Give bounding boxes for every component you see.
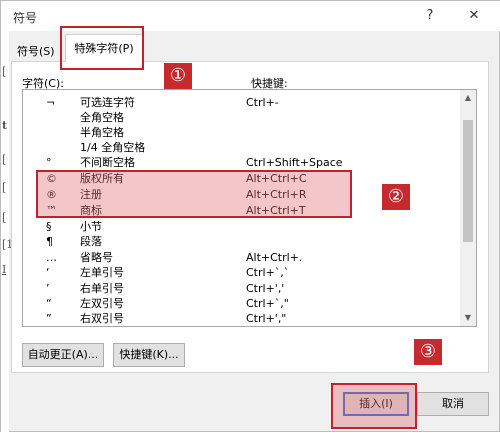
scrollbar-thumb[interactable] (463, 120, 473, 242)
char-symbol: … (46, 251, 57, 264)
dialog-title: 符号 (13, 11, 38, 25)
char-name: 小节 (80, 220, 102, 233)
scroll-up-icon[interactable]: ▲ (460, 90, 476, 106)
help-icon[interactable]: ? (419, 6, 441, 26)
char-shortcut: Ctrl+'," (246, 312, 287, 325)
rows-highlight-box (36, 170, 352, 218)
list-scrollbar[interactable]: ▲ ▼ (460, 90, 476, 326)
list-item[interactable]: 半角空格 (23, 126, 461, 140)
char-symbol: ¬ (46, 96, 56, 109)
list-item[interactable]: 1/4 全角空格 (23, 141, 461, 155)
scroll-down-icon[interactable]: ▼ (460, 310, 476, 326)
char-shortcut: Ctrl+Shift+Space (246, 156, 343, 169)
document-fragment: [ (2, 153, 7, 166)
char-symbol: § (46, 220, 52, 233)
char-shortcut: Ctrl+`,` (246, 266, 290, 279)
autocorrect-button[interactable]: 自动更正(A)... (22, 343, 104, 367)
char-name: 左单引号 (80, 266, 124, 279)
char-name: 右单引号 (80, 282, 124, 295)
list-item[interactable]: “ 左双引号 Ctrl+`," (23, 297, 461, 311)
char-symbol: ° (46, 156, 52, 169)
document-background-strip: [ t [ [ [ [1 I (1, 1, 13, 433)
list-item[interactable]: ¬ 可选连字符 Ctrl+- (23, 96, 461, 110)
char-symbol: ‘ (46, 266, 50, 279)
char-shortcut: Alt+Ctrl+. (246, 251, 303, 264)
document-fragment: [ (2, 65, 7, 78)
list-item[interactable]: ‘ 左单引号 Ctrl+`,` (23, 266, 461, 280)
insert-highlight-box (331, 383, 417, 429)
list-item[interactable]: ” 右双引号 Ctrl+'," (23, 312, 461, 326)
char-shortcut: Ctrl+- (246, 96, 279, 109)
char-name: 左双引号 (80, 297, 124, 310)
step-marker-1: ① (164, 63, 192, 89)
symbol-dialog: [ t [ [ [ [1 I 符号 ? ✕ 符号(S) 特殊字符(P) 字符(C… (0, 0, 500, 433)
list-item[interactable]: § 小节 (23, 220, 461, 234)
list-item[interactable]: 全角空格 (23, 111, 461, 125)
char-symbol: ’ (46, 282, 50, 295)
char-symbol: ¶ (46, 235, 53, 248)
char-name: 省略号 (80, 251, 113, 264)
document-fragment: [ (2, 211, 7, 224)
char-name: 可选连字符 (80, 96, 135, 109)
shortcut-key-button[interactable]: 快捷键(K)... (113, 343, 185, 367)
char-shortcut: Ctrl+',' (246, 282, 285, 295)
document-fragment: I (2, 263, 7, 276)
document-fragment: [ (2, 181, 7, 194)
cancel-button[interactable]: 取消 (417, 392, 489, 416)
list-item[interactable]: ¶ 段落 (23, 235, 461, 249)
close-icon[interactable]: ✕ (463, 6, 485, 26)
char-name: 半角空格 (80, 126, 124, 139)
tab-symbols[interactable]: 符号(S) (17, 41, 55, 63)
tab-highlight-box (60, 26, 144, 70)
list-item[interactable]: ’ 右单引号 Ctrl+',' (23, 282, 461, 296)
char-name: 段落 (80, 235, 102, 248)
char-name: 右双引号 (80, 312, 124, 325)
list-item[interactable]: … 省略号 Alt+Ctrl+. (23, 251, 461, 265)
step-marker-3: ③ (414, 339, 442, 365)
step-marker-2: ② (382, 184, 410, 210)
char-shortcut: Ctrl+`," (246, 297, 289, 310)
char-symbol: “ (46, 297, 52, 310)
char-name: 不间断空格 (80, 156, 135, 169)
char-name: 1/4 全角空格 (80, 141, 146, 154)
list-item[interactable]: ° 不间断空格 Ctrl+Shift+Space (23, 156, 461, 170)
char-name: 全角空格 (80, 111, 124, 124)
char-symbol: ” (46, 312, 52, 325)
document-fragment: t (2, 119, 8, 132)
